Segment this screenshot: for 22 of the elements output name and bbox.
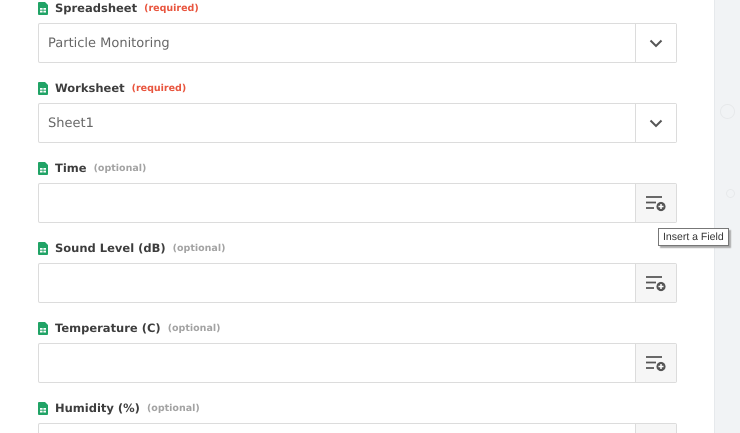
field-label: Worksheet <box>55 81 125 95</box>
field-qualifier: (optional) <box>168 322 220 334</box>
field-label: Temperature (C) <box>55 321 161 335</box>
caret-icon[interactable] <box>635 104 676 142</box>
field-label: Spreadsheet <box>55 1 138 15</box>
field-qualifier: (optional) <box>94 162 146 174</box>
spreadsheet-icon <box>38 242 48 254</box>
spreadsheet-icon <box>38 162 48 174</box>
field-label: Time <box>55 161 87 175</box>
spreadsheet-icon <box>38 402 48 414</box>
dropdown-field[interactable]: Particle Monitoring <box>38 23 678 63</box>
field-qualifier: (required) <box>132 82 186 94</box>
spreadsheet-icon <box>38 82 48 94</box>
tooltip: Insert a Field <box>658 228 729 246</box>
dropdown-field[interactable]: Sheet1 <box>38 103 678 143</box>
spreadsheet-icon <box>38 322 48 334</box>
field-label: Sound Level (dB) <box>55 241 166 255</box>
field-qualifier: (required) <box>144 2 199 14</box>
field-qualifier: (optional) <box>146 402 200 414</box>
caret-icon[interactable] <box>635 24 676 62</box>
field-label: Humidity (%) <box>55 401 140 415</box>
field-qualifier: (optional) <box>172 242 226 254</box>
